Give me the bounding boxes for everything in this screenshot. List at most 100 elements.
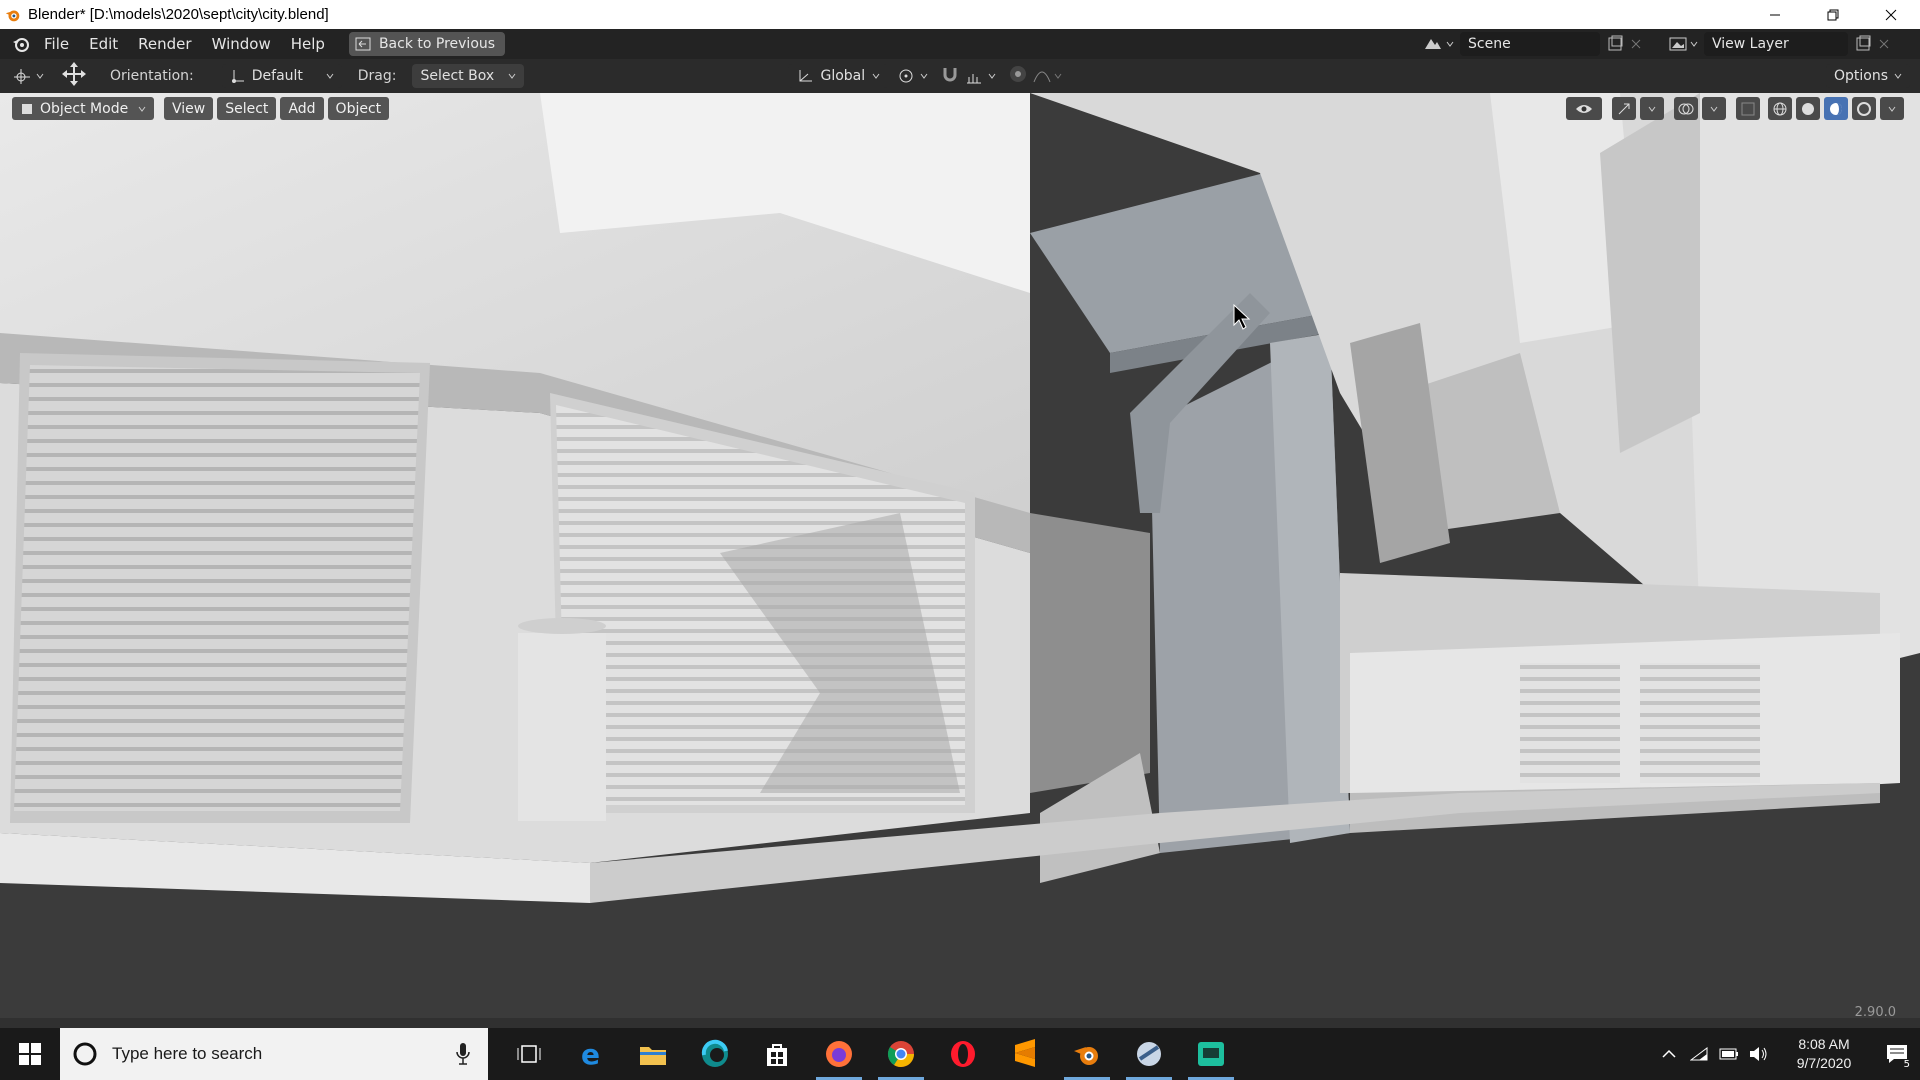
- shading-solid[interactable]: [1796, 97, 1820, 120]
- taskbar-edge[interactable]: [684, 1028, 746, 1080]
- chevron-down-icon: [1888, 106, 1896, 112]
- scene-name-field[interactable]: Scene: [1460, 32, 1600, 56]
- drag-value: Select Box: [420, 68, 495, 84]
- scene-name: Scene: [1468, 36, 1511, 52]
- back-to-previous-button[interactable]: Back to Previous: [348, 32, 506, 56]
- sublime-text-icon: [1015, 1039, 1035, 1067]
- shading-rendered[interactable]: [1852, 97, 1876, 120]
- taskbar-sublime[interactable]: [994, 1028, 1056, 1080]
- clock-date: 9/7/2020: [1796, 1055, 1852, 1071]
- minimize-button[interactable]: [1746, 0, 1804, 29]
- chevron-down-icon: [1894, 73, 1902, 79]
- edge-icon: [701, 1039, 728, 1067]
- orientation-value: Default: [251, 68, 303, 84]
- speaker-icon: [1750, 1047, 1767, 1061]
- shading-wireframe[interactable]: [1768, 97, 1792, 120]
- store-icon: [767, 1044, 787, 1066]
- proportional-falloff-dropdown[interactable]: [1032, 66, 1062, 86]
- new-view-layer-icon[interactable]: [1854, 35, 1872, 53]
- transform-orientation-value: Global: [820, 68, 866, 84]
- snap-target-dropdown[interactable]: [964, 66, 996, 86]
- taskbar-opera[interactable]: [932, 1028, 994, 1080]
- orientation-dropdown[interactable]: Default: [221, 64, 342, 88]
- drag-label: Drag:: [357, 68, 397, 84]
- show-hidden-icons-button[interactable]: [1654, 1028, 1684, 1080]
- select-menu[interactable]: Select: [217, 97, 277, 120]
- 3d-viewport[interactable]: Object Mode View Select Add Object 2.90.…: [0, 93, 1920, 1018]
- menu-render[interactable]: Render: [128, 35, 201, 53]
- clock[interactable]: 8:08 AM 9/7/2020: [1774, 1035, 1874, 1073]
- proportional-editing-toggle[interactable]: [1008, 64, 1028, 88]
- blender-logo-icon: [13, 38, 29, 52]
- firefox-icon: [826, 1041, 852, 1067]
- move-tool-button[interactable]: [60, 60, 88, 92]
- gizmo-dropdown[interactable]: [1640, 97, 1664, 120]
- taskbar-store[interactable]: [746, 1028, 808, 1080]
- overlays-toggle[interactable]: [1674, 97, 1698, 120]
- opera-icon: [951, 1041, 975, 1067]
- gizmo-toggle[interactable]: [1612, 97, 1636, 120]
- scene-selector-icon[interactable]: [1422, 35, 1454, 53]
- task-view-button[interactable]: [498, 1028, 560, 1080]
- 3d-viewport-icon: [14, 69, 30, 84]
- task-view-icon: [517, 1045, 541, 1063]
- taskbar-file-explorer[interactable]: [622, 1028, 684, 1080]
- taskbar-blender[interactable]: [1056, 1028, 1118, 1080]
- delete-scene-icon[interactable]: [1630, 38, 1642, 50]
- drag-dropdown[interactable]: Select Box: [412, 64, 525, 88]
- chevron-down-icon: [989, 73, 996, 79]
- windows-taskbar: Type here to search e 8:08 AM 9/7/2020 5: [0, 1028, 1920, 1080]
- restore-button[interactable]: [1804, 0, 1862, 29]
- blender-logo-menu[interactable]: [8, 31, 34, 57]
- delete-view-layer-icon[interactable]: [1878, 38, 1890, 50]
- falloff-curve-icon: [1034, 71, 1051, 83]
- taskbar-terminal-app[interactable]: [1180, 1028, 1242, 1080]
- shading-dropdown[interactable]: [1880, 97, 1904, 120]
- add-menu[interactable]: Add: [280, 97, 324, 120]
- microphone-icon[interactable]: [456, 1042, 470, 1066]
- clock-time: 8:08 AM: [1798, 1036, 1850, 1052]
- chrome-icon: [887, 1041, 915, 1068]
- view-layer-field[interactable]: View Layer: [1704, 32, 1848, 56]
- system-tray: 8:08 AM 9/7/2020 5: [1654, 1028, 1920, 1080]
- overlays-dropdown[interactable]: [1702, 97, 1726, 120]
- minimize-icon: [1770, 14, 1780, 15]
- pivot-point-dropdown[interactable]: [896, 66, 928, 86]
- blender-menubar: File Edit Render Window Help Back to Pre…: [0, 29, 1920, 59]
- taskbar-unknown-app[interactable]: [1118, 1028, 1180, 1080]
- snap-toggle[interactable]: [940, 64, 962, 88]
- taskbar-search-box[interactable]: Type here to search: [60, 1028, 488, 1080]
- visibility-dropdown[interactable]: [1566, 97, 1602, 120]
- transform-orientation-dropdown[interactable]: Global: [788, 64, 889, 88]
- blender-app-icon: [5, 10, 20, 21]
- action-center-button[interactable]: 5: [1874, 1028, 1920, 1080]
- editor-type-selector[interactable]: [12, 66, 44, 86]
- battery-icon: [1719, 1048, 1738, 1060]
- viewport-render: [0, 93, 1920, 1018]
- battery-button[interactable]: [1714, 1028, 1744, 1080]
- menu-window[interactable]: Window: [202, 35, 281, 53]
- menu-edit[interactable]: Edit: [79, 35, 128, 53]
- options-dropdown[interactable]: Options: [1825, 64, 1910, 88]
- view-layer-selector-icon[interactable]: [1668, 35, 1698, 53]
- taskbar-edge-legacy[interactable]: e: [560, 1028, 622, 1080]
- taskbar-firefox[interactable]: [808, 1028, 870, 1080]
- move-tool-icon: [62, 62, 86, 86]
- close-button[interactable]: [1862, 0, 1920, 29]
- network-button[interactable]: [1684, 1028, 1714, 1080]
- windows-logo-icon: [19, 1043, 41, 1065]
- volume-button[interactable]: [1744, 1028, 1774, 1080]
- menu-file[interactable]: File: [34, 35, 79, 53]
- view-menu[interactable]: View: [164, 97, 214, 120]
- taskbar-chrome[interactable]: [870, 1028, 932, 1080]
- menu-help[interactable]: Help: [281, 35, 335, 53]
- new-scene-icon[interactable]: [1606, 35, 1624, 53]
- object-menu[interactable]: Object: [327, 97, 390, 120]
- proportional-editing-icon: [1010, 66, 1027, 82]
- start-button[interactable]: [0, 1028, 60, 1080]
- window-title: Blender* [D:\models\2020\sept\city\city.…: [28, 6, 329, 23]
- shading-material-preview[interactable]: [1824, 97, 1848, 120]
- viewport-shading-controls: [1566, 97, 1904, 120]
- xray-toggle[interactable]: [1736, 97, 1760, 120]
- mode-dropdown[interactable]: Object Mode: [12, 97, 154, 120]
